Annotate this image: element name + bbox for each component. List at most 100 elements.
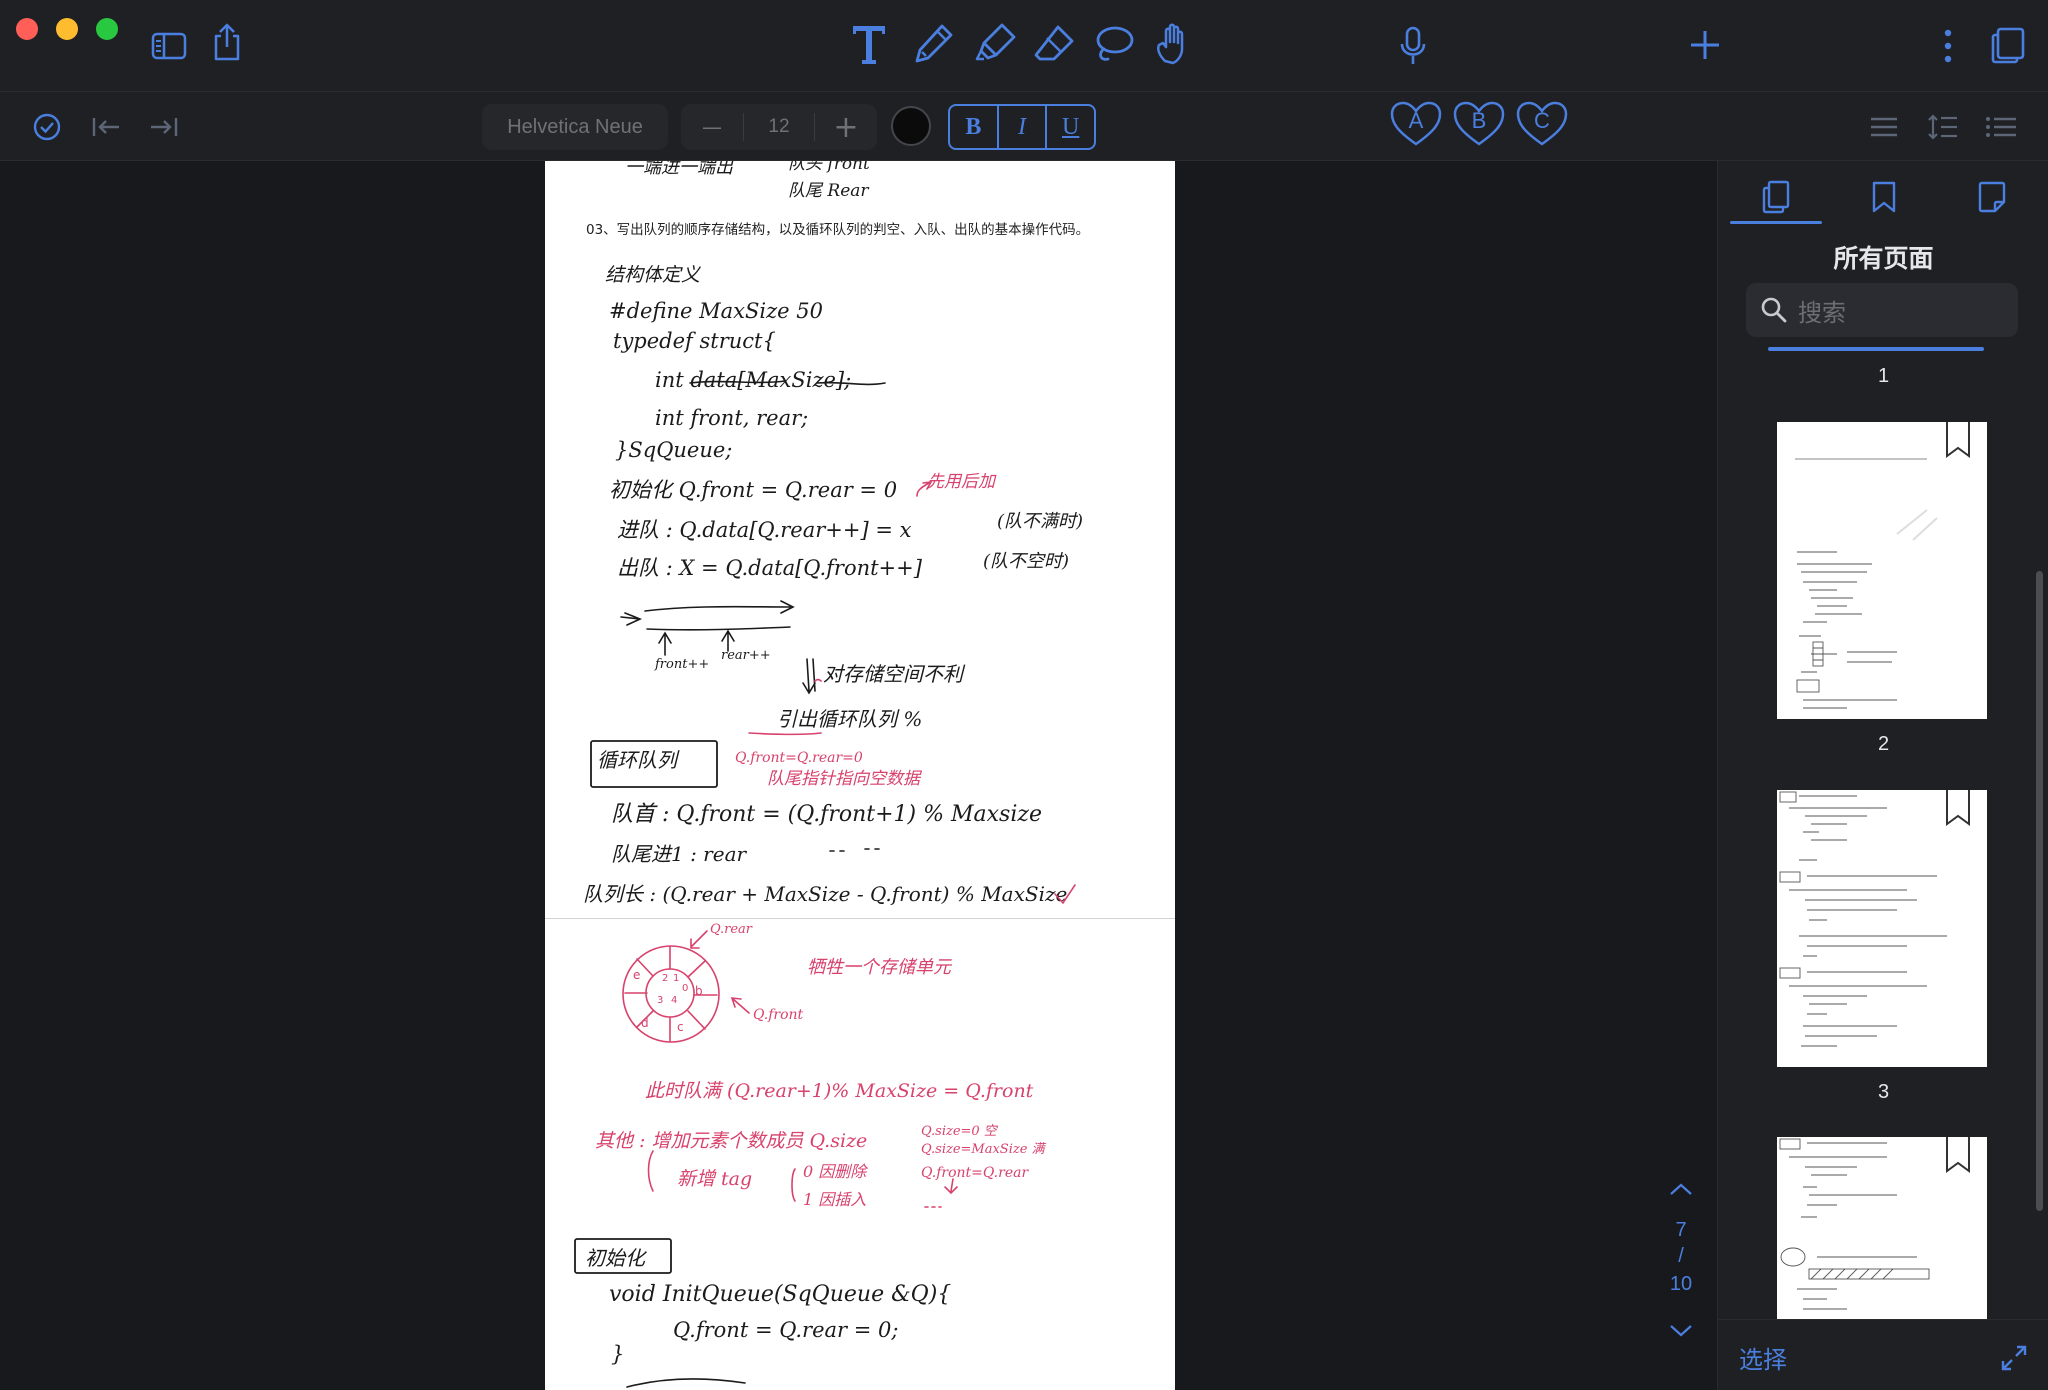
more-options-icon[interactable] xyxy=(1938,28,1958,64)
select-button[interactable]: 选择 xyxy=(1739,1340,1787,1375)
hw-red-6d: 1 因插入 xyxy=(803,1190,866,1209)
svg-text:d: d xyxy=(641,1016,649,1030)
hand-tool-icon[interactable] xyxy=(1150,20,1196,68)
hw-line-2: #define MaxSize 50 xyxy=(609,299,823,323)
text-color-swatch[interactable] xyxy=(891,106,931,146)
svg-text:4: 4 xyxy=(671,995,677,1006)
page-up-icon[interactable] xyxy=(1660,1179,1702,1202)
page-thumbnail-3[interactable] xyxy=(1777,790,1987,1067)
document-canvas[interactable]: 03、写出队列的顺序存储结构，以及循环队列的判空、入队、出队的基本操作代码。 一… xyxy=(0,161,1716,1390)
hw-line-15: void InitQueue(SqQueue &Q){ xyxy=(609,1282,951,1307)
indent-icon[interactable] xyxy=(148,114,180,140)
zoom-window-button[interactable] xyxy=(96,18,118,40)
minimize-window-button[interactable] xyxy=(56,18,78,40)
hw-red-5c: Q.size=MaxSize 满 xyxy=(921,1142,1047,1157)
pages-view-icon[interactable] xyxy=(1988,24,2028,66)
svg-text:e: e xyxy=(633,968,640,982)
favorite-c-label: C xyxy=(1534,108,1550,133)
favorite-style-b[interactable]: B xyxy=(1452,100,1506,152)
notes-tab[interactable] xyxy=(1962,173,2022,221)
hw-top-fragment-2: 队头 front xyxy=(788,161,870,174)
hw-line-7-note: 先用后加 xyxy=(927,472,997,492)
microphone-icon[interactable] xyxy=(1396,24,1430,68)
hw-line-9-note: (队不空时) xyxy=(983,551,1069,572)
page-down-icon[interactable] xyxy=(1660,1321,1702,1344)
svg-text:3: 3 xyxy=(657,995,663,1006)
bullet-list-icon[interactable] xyxy=(1984,114,2018,140)
hw-red-5b: Q.size=0 空 xyxy=(921,1124,999,1139)
page-label-3: 3 xyxy=(1877,1081,1890,1103)
search-field[interactable]: 搜索 xyxy=(1746,283,2018,337)
title-bar xyxy=(0,0,2048,92)
svg-text:1: 1 xyxy=(673,973,679,984)
hw-red-6: 新增 tag xyxy=(677,1168,752,1190)
font-size-stepper[interactable]: — 12 + xyxy=(681,104,877,150)
thumbnail-bookmark-icon[interactable] xyxy=(1945,1137,1971,1175)
hw-top-fragment-3: 队尾 Rear xyxy=(788,181,869,201)
outdent-icon[interactable] xyxy=(90,114,122,140)
all-pages-tab[interactable] xyxy=(1746,173,1806,221)
hw-circle-front: Q.front xyxy=(753,1007,804,1023)
hw-diag-front: front++ xyxy=(654,657,709,672)
font-size-decrease-button[interactable]: — xyxy=(681,104,743,150)
hw-line-13: 队尾进1 : rear xyxy=(611,842,747,866)
underline-button[interactable]: U xyxy=(1045,106,1094,148)
bookmarks-tab[interactable] xyxy=(1854,173,1914,221)
hw-box-2: 初始化 xyxy=(585,1246,648,1270)
svg-text:c: c xyxy=(677,1020,684,1034)
search-icon xyxy=(1761,297,1787,323)
text-tool-icon[interactable] xyxy=(847,20,891,68)
hw-red-4: 此时队满 (Q.rear+1)% MaxSize = Q.front xyxy=(645,1080,1034,1102)
eraser-tool-icon[interactable] xyxy=(1031,22,1077,66)
favorite-b-label: B xyxy=(1471,108,1487,133)
page-thumbnail-4[interactable] xyxy=(1777,1137,1987,1319)
hw-red-6c: Q.front=Q.rear xyxy=(921,1165,1029,1181)
page-label-2: 2 xyxy=(1877,733,1890,755)
hw-line-3: typedef struct{ xyxy=(613,329,776,353)
close-window-button[interactable] xyxy=(16,18,38,40)
hw-line-4: int data[MaxSize]; xyxy=(655,368,851,392)
hw-top-fragment-1: 一端进一端出 xyxy=(625,161,734,178)
hw-line-17: } xyxy=(611,1342,624,1366)
hw-red-2: 队尾指针指向空数据 xyxy=(767,769,923,789)
add-icon[interactable] xyxy=(1688,28,1722,62)
italic-button[interactable]: I xyxy=(996,106,1046,148)
hw-line-1: 结构体定义 xyxy=(605,264,702,286)
page-thumbnail-2[interactable] xyxy=(1777,422,1987,719)
font-size-increase-button[interactable]: + xyxy=(815,104,877,150)
sidebar-toggle-icon[interactable] xyxy=(150,28,188,64)
page-label-1: 1 xyxy=(1877,365,1890,387)
font-family-select[interactable]: Helvetica Neue xyxy=(482,104,668,150)
hw-red-3: 牺牲一个存储单元 xyxy=(807,957,953,978)
favorite-a-label: A xyxy=(1408,108,1424,133)
sidebar-scrollbar[interactable] xyxy=(2036,571,2043,1211)
hw-box-1: 循环队列 xyxy=(597,748,680,772)
note-page[interactable]: 03、写出队列的顺序存储结构，以及循环队列的判空、入队、出队的基本操作代码。 一… xyxy=(545,161,1175,1390)
line-spacing-icon[interactable] xyxy=(1926,112,1960,142)
svg-text:b: b xyxy=(695,984,703,998)
hw-line-12: 队首 : Q.front = (Q.front+1) % Maxsize xyxy=(611,802,1042,827)
hw-line-10: 对存储空间不利 xyxy=(823,662,966,686)
favorite-style-c[interactable]: C xyxy=(1515,100,1569,152)
page-total: 10 xyxy=(1669,1273,1693,1295)
sidebar-footer: 选择 xyxy=(1718,1319,2048,1390)
favorite-style-a[interactable]: A xyxy=(1389,100,1443,152)
hw-line-5: int front, rear; xyxy=(655,406,808,430)
thumbnail-bookmark-icon[interactable] xyxy=(1945,422,1971,460)
lasso-tool-icon[interactable] xyxy=(1091,22,1137,66)
pages-sidebar: 所有页面 搜索 1 2 3 选择 xyxy=(1717,161,2048,1390)
done-check-icon[interactable] xyxy=(32,112,62,142)
thumbnail-bookmark-icon[interactable] xyxy=(1945,790,1971,828)
share-icon[interactable] xyxy=(209,22,245,62)
current-page-marker xyxy=(1768,347,1984,351)
font-size-value[interactable]: 12 xyxy=(744,104,814,150)
hw-line-8: 进队 : Q.data[Q.rear++] = x xyxy=(617,518,912,542)
bold-button[interactable]: B xyxy=(950,106,997,148)
text-style-group: B I U xyxy=(948,104,1096,150)
highlighter-tool-icon[interactable] xyxy=(973,20,1019,68)
pen-tool-icon[interactable] xyxy=(911,20,957,68)
hw-red-6b: 0 因删除 xyxy=(803,1162,868,1181)
handwriting-layer: 一端进一端出 队头 front 队尾 Rear 结构体定义 #define Ma… xyxy=(574,161,1083,1388)
expand-icon[interactable] xyxy=(2000,1344,2028,1372)
align-left-icon[interactable] xyxy=(1868,114,1900,140)
